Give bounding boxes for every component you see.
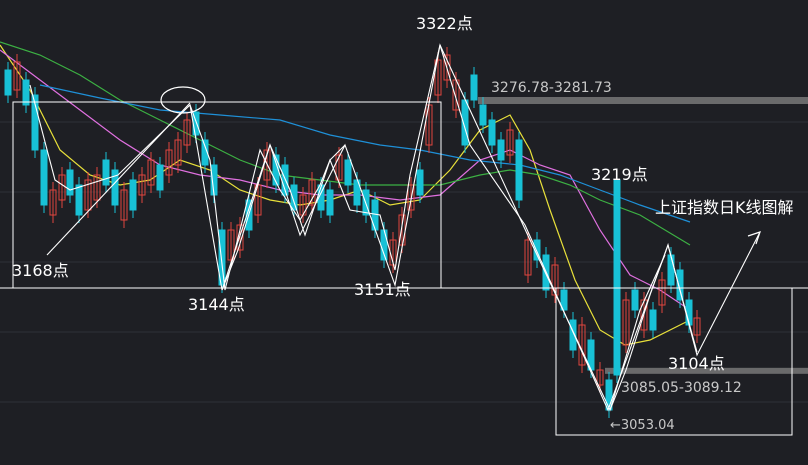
highlight-ellipse: [160, 86, 206, 114]
chart-canvas: 3168点 3144点 3151点 3322点 3219点 3104点 上证指数…: [0, 14, 808, 436]
candle-body: [479, 104, 487, 126]
resistance-band: [478, 96, 808, 104]
annotation-high-3219: 3219点: [591, 165, 648, 184]
annotation-resistance-band: 3276.78-3281.73: [491, 80, 612, 96]
candle-body: [667, 254, 675, 286]
annotation-low-3104: 3104点: [668, 354, 725, 373]
candle-body: [515, 139, 523, 201]
ma-line-green: [0, 41, 691, 246]
candle-body: [613, 179, 621, 376]
candle-body: [676, 269, 684, 301]
chart-title: 上证指数日K线图解: [655, 198, 794, 217]
candle-body: [4, 69, 12, 96]
candle-body: [102, 159, 110, 186]
candle-body: [497, 139, 505, 161]
candle-body: [290, 184, 298, 211]
candle-body: [326, 189, 334, 216]
candle-body: [75, 184, 83, 216]
annotation-low-3151: 3151点: [354, 280, 411, 299]
candle-body: [66, 169, 74, 196]
candle-body: [40, 149, 48, 206]
candle-body: [416, 169, 424, 196]
annotation-low-3053: ←3053.04: [610, 418, 675, 433]
projection-arrow-head: [747, 231, 761, 245]
kline-chart: 3168点 3144点 3151点 3322点 3219点 3104点 上证指数…: [0, 0, 808, 465]
annotation-low-3144: 3144点: [188, 295, 245, 314]
candle-body: [22, 79, 30, 106]
candle-body: [129, 179, 137, 211]
candle-body: [344, 159, 352, 186]
annotation-support-band: 3085.05-3089.12: [621, 380, 742, 396]
candle-body: [649, 309, 657, 331]
annotation-low-3168: 3168点: [12, 261, 69, 280]
candle-body: [156, 164, 164, 191]
annotation-high-3322: 3322点: [416, 14, 473, 33]
candle-body: [470, 74, 478, 101]
candle-body: [488, 119, 496, 146]
candle-body: [631, 289, 639, 311]
